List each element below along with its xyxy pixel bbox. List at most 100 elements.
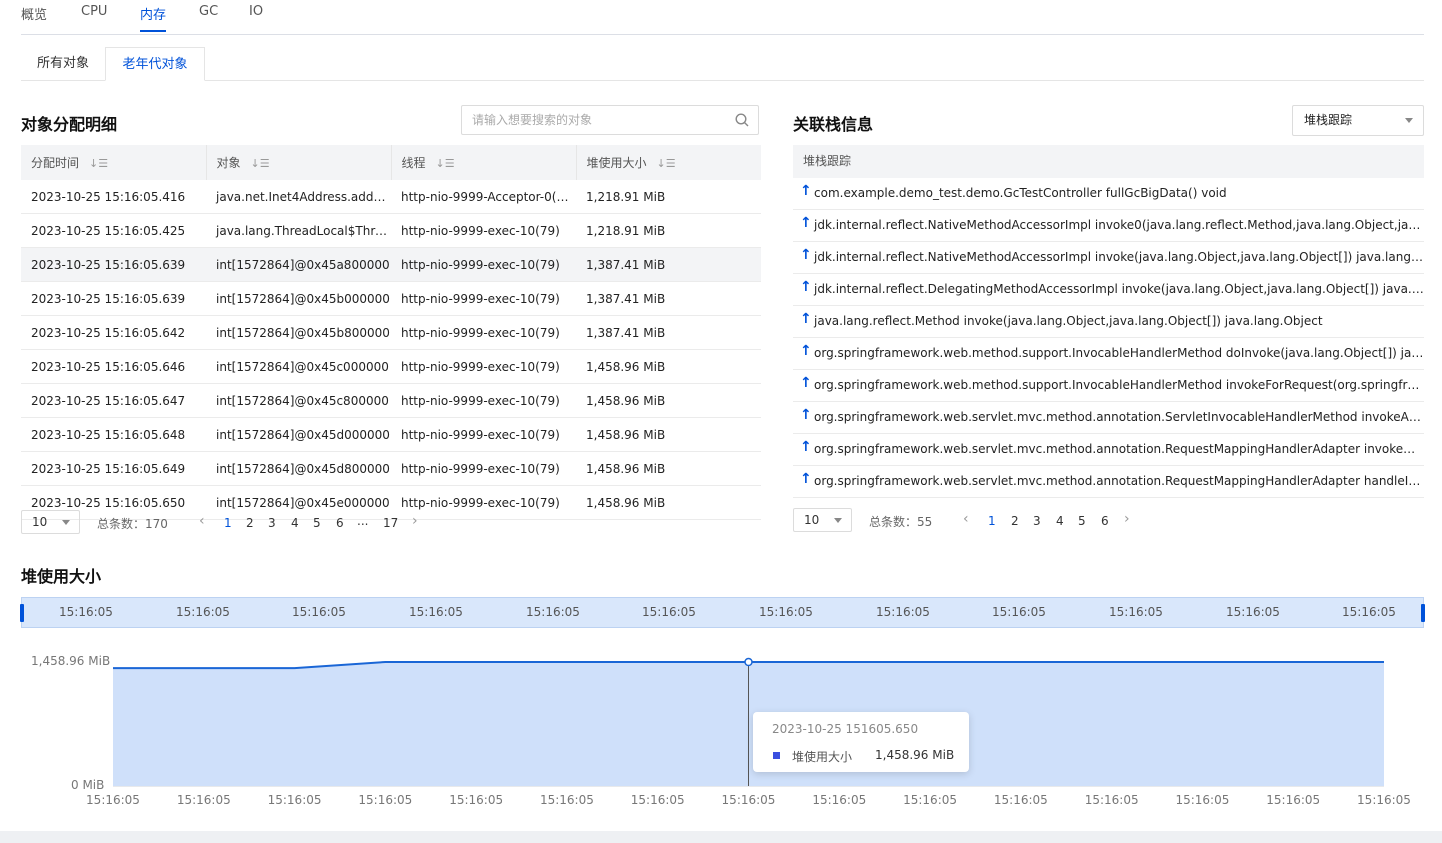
page-6[interactable]: 6 [1101, 514, 1109, 528]
heap-area-chart[interactable]: 15:16:05 15:16:05 15:16:05 15:16:05 15:16:05… [0, 640, 1442, 820]
alloc-total: 总条数：170 [97, 517, 168, 531]
next-page-icon[interactable]: › [1124, 511, 1130, 527]
cell-thread: http-nio-9999-exec-10(79) [391, 315, 576, 350]
table-row[interactable]: 2023-10-25 15:16:05.639 int[1572864]@0x45… [21, 247, 761, 282]
table-row[interactable]: 2023-10-25 15:16:05.646 int[1572864]@0x45… [21, 349, 761, 384]
prev-page-icon[interactable]: ‹ [963, 511, 969, 527]
cell-object: int[1572864]@0x45a800000 [206, 247, 391, 282]
data-point[interactable] [744, 657, 753, 667]
table-row[interactable]: 2023-10-25 15:16:05.639 int[1572864]@0x45… [21, 281, 761, 316]
cell-time: 2023-10-25 15:16:05.646 [21, 349, 206, 384]
cell-thread: http-nio-9999-exec-10(79) [391, 349, 576, 384]
table-row[interactable]: 2023-10-25 15:16:05.647 int[1572864]@0x45… [21, 383, 761, 418]
page-3[interactable]: 3 [268, 516, 276, 530]
stack-frame[interactable]: ↑ org.springframework.web.servlet.mvc.met… [793, 466, 1424, 498]
stack-frame[interactable]: ↑ jdk.internal.reflect.NativeMethodAccess… [793, 210, 1424, 242]
page-5[interactable]: 5 [1078, 514, 1086, 528]
table-row[interactable]: 2023-10-25 15:16:05.648 int[1572864]@0x45… [21, 417, 761, 452]
cell-heap: 1,458.96 MiB [576, 451, 761, 486]
stack-view-select[interactable]: 堆栈跟踪 [1292, 105, 1424, 136]
cell-thread: http-nio-9999-exec-10(79) [391, 485, 576, 520]
tab-overview[interactable]: 概览 [21, 4, 47, 23]
tooltip-series-value: 1,458.96 MiB [875, 748, 955, 762]
page-2[interactable]: 2 [246, 516, 254, 530]
tab-memory[interactable]: 内存 [140, 4, 167, 32]
cell-thread: http-nio-9999-exec-10(79) [391, 383, 576, 418]
next-page-icon[interactable]: › [412, 513, 418, 529]
slider-handle-right[interactable] [1421, 604, 1425, 622]
slider-handle-left[interactable] [20, 604, 24, 622]
stack-frame[interactable]: ↑ java.lang.reflect.Method invoke(java.la… [793, 306, 1424, 338]
sort-icon[interactable]: ↓☰ [657, 157, 676, 170]
col-alloc-time[interactable]: 分配时间 ↓☰ [21, 145, 207, 180]
page-3[interactable]: 3 [1033, 514, 1041, 528]
tab-cpu[interactable]: CPU [81, 4, 107, 19]
cell-heap: 1,218.91 MiB [576, 180, 761, 214]
x-tick-label: 15:16:05 [540, 793, 594, 807]
page-1[interactable]: 1 [224, 516, 232, 530]
page-2[interactable]: 2 [1011, 514, 1019, 528]
subtab-old-gen-objects[interactable]: 老年代对象 [105, 47, 205, 81]
page-4[interactable]: 4 [291, 516, 299, 530]
search-input[interactable] [462, 106, 732, 134]
alloc-page-size-select[interactable]: 10 [21, 510, 80, 534]
stack-frame[interactable]: ↑ org.springframework.web.method.support.… [793, 370, 1424, 402]
search-icon[interactable] [735, 113, 749, 127]
page-4[interactable]: 4 [1056, 514, 1064, 528]
chevron-down-icon [834, 518, 842, 523]
bottom-scrollbar[interactable] [0, 831, 1442, 843]
cell-heap: 1,458.96 MiB [576, 485, 761, 520]
chart-tooltip: 2023-10-25 151605.650 堆使用大小 1,458.96 MiB [753, 712, 969, 772]
cell-time: 2023-10-25 15:16:05.425 [21, 213, 206, 248]
table-row[interactable]: 2023-10-25 15:16:05.649 int[1572864]@0x45… [21, 451, 761, 486]
stack-frame[interactable]: ↑ org.springframework.web.method.support.… [793, 338, 1424, 370]
cell-object: int[1572864]@0x45c000000 [206, 349, 391, 384]
page-17[interactable]: 17 [383, 516, 398, 530]
cell-heap: 1,218.91 MiB [576, 213, 761, 248]
chevron-down-icon [62, 520, 70, 525]
tab-io[interactable]: IO [249, 4, 263, 19]
page-ellipsis[interactable]: ... [357, 514, 368, 528]
cell-time: 2023-10-25 15:16:05.649 [21, 451, 206, 486]
top-tabs: 概览 CPU 内存 GC IO [21, 0, 1424, 35]
sort-icon[interactable]: ↓☰ [89, 157, 108, 170]
cell-thread: http-nio-9999-Acceptor-0(82) [391, 180, 576, 214]
col-object[interactable]: 对象 ↓☰ [206, 145, 392, 180]
sort-icon[interactable]: ↓☰ [251, 157, 270, 170]
time-range-slider[interactable]: 15:16:05 15:16:05 15:16:05 15:16:05 15:1… [20, 597, 1425, 628]
cell-time: 2023-10-25 15:16:05.642 [21, 315, 206, 350]
col-heap-size[interactable]: 堆使用大小 ↓☰ [576, 145, 761, 180]
arrow-up-icon: ↑ [800, 407, 812, 423]
stack-frame[interactable]: ↑ com.example.demo_test.demo.GcTestContro… [793, 178, 1424, 210]
slider-tick: 15:16:05 [1342, 605, 1396, 619]
slider-tick: 15:16:05 [409, 605, 463, 619]
table-row[interactable]: 2023-10-25 15:16:05.642 int[1572864]@0x45… [21, 315, 761, 350]
cell-heap: 1,458.96 MiB [576, 417, 761, 452]
stack-frame[interactable]: ↑ jdk.internal.reflect.NativeMethodAccess… [793, 242, 1424, 274]
slider-tick: 15:16:05 [992, 605, 1046, 619]
arrow-up-icon: ↑ [800, 375, 812, 391]
table-row[interactable]: 2023-10-25 15:16:05.416 java.net.Inet4Add… [21, 180, 761, 214]
prev-page-icon[interactable]: ‹ [199, 513, 205, 529]
stack-frame[interactable]: ↑ org.springframework.web.servlet.mvc.met… [793, 434, 1424, 466]
arrow-up-icon: ↑ [800, 183, 812, 199]
arrow-up-icon: ↑ [800, 215, 812, 231]
tooltip-title: 2023-10-25 151605.650 [772, 722, 919, 736]
sub-tabs: 所有对象 老年代对象 [21, 47, 1424, 81]
table-row[interactable]: 2023-10-25 15:16:05.425 java.lang.ThreadL… [21, 213, 761, 248]
stack-frame[interactable]: ↑ org.springframework.web.servlet.mvc.met… [793, 402, 1424, 434]
page-6[interactable]: 6 [336, 516, 344, 530]
chevron-down-icon [1405, 118, 1413, 123]
tab-gc[interactable]: GC [199, 4, 218, 19]
x-tick-label: 15:16:05 [86, 793, 140, 807]
sort-icon[interactable]: ↓☰ [436, 157, 455, 170]
stack-page-size-select[interactable]: 10 [793, 508, 852, 532]
col-thread[interactable]: 线程 ↓☰ [391, 145, 577, 180]
page-5[interactable]: 5 [313, 516, 321, 530]
subtab-all-objects[interactable]: 所有对象 [21, 47, 105, 80]
page-1[interactable]: 1 [988, 514, 996, 528]
cell-object: int[1572864]@0x45b800000 [206, 315, 391, 350]
cell-object: java.net.Inet4Address.addr@... [206, 180, 391, 214]
stack-frame[interactable]: ↑ jdk.internal.reflect.DelegatingMethodAc… [793, 274, 1424, 306]
cell-object: java.lang.ThreadLocal$Thread... [206, 213, 391, 248]
